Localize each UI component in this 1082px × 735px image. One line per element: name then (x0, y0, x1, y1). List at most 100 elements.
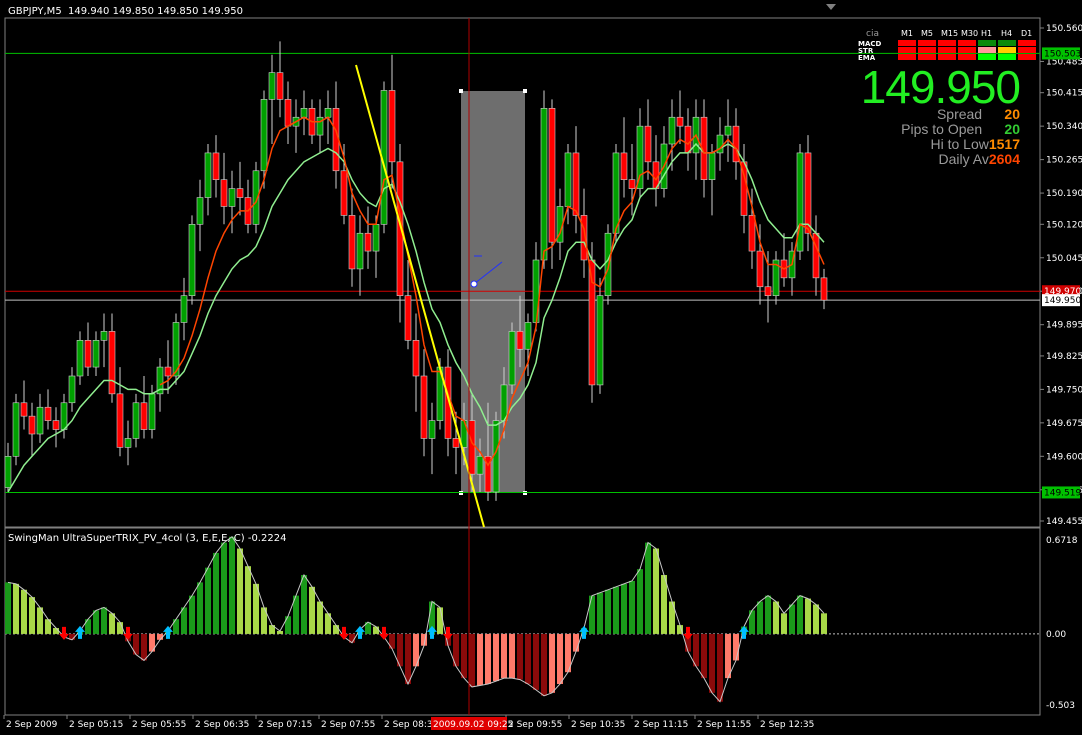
price-tick-label-4: 150.265 (1046, 156, 1082, 166)
dashboard-tf-h4: H4 (1001, 29, 1012, 38)
indicator-bar-4 (37, 607, 43, 634)
indicator-axis-label-2: -0.503 (1046, 701, 1075, 711)
candle-body (404, 295, 412, 341)
crosshair-time-text: 2009.09.02 09:25 (433, 720, 513, 730)
candle-body (612, 152, 620, 234)
dashboard-tf-m1: M1 (901, 29, 913, 38)
dashboard-cell-str-3 (958, 47, 976, 53)
candle-23 (188, 215, 196, 305)
indicator-bar-76 (613, 586, 619, 634)
price-tick-label-3: 150.340 (1046, 122, 1082, 132)
price-tick-label-12: 149.675 (1046, 419, 1082, 429)
indicator-bar-50 (405, 633, 411, 684)
indicator-bar-90 (725, 633, 731, 679)
candle-body (580, 215, 588, 261)
indicator-bar-28 (229, 536, 235, 634)
candle-body (284, 99, 292, 127)
candle-body (420, 375, 428, 439)
price-level-tag-0: 150.503 (1042, 47, 1081, 60)
candle-body (476, 456, 484, 475)
ohlc-values: 149.940 149.850 149.850 149.950 (68, 6, 243, 17)
hilo-value: 1517 (988, 136, 1020, 152)
candle-body (276, 72, 284, 100)
candle-body (572, 152, 580, 216)
price-level-tag-3: 149.519 (1042, 486, 1081, 499)
indicator-bar-75 (605, 589, 611, 634)
indicator-bar-102 (821, 613, 827, 634)
dashboard-tf-m5: M5 (921, 29, 933, 38)
candle-body (300, 108, 308, 118)
pips-row: Pips to Open 20 (901, 121, 1020, 137)
price-level-tag-2: 149.950 (1042, 294, 1081, 307)
candle-body (100, 331, 108, 341)
indicator-bar-57 (461, 633, 467, 679)
price-tick-label-13: 149.600 (1046, 452, 1082, 462)
indicator-bar-23 (189, 595, 195, 634)
candle-body (52, 420, 60, 430)
indicator-bar-61 (493, 633, 499, 682)
candle-body (68, 375, 76, 404)
candle-body (212, 152, 220, 180)
indicator-bar-30 (245, 566, 251, 634)
indicator-bar-54 (437, 607, 443, 634)
time-tick-label-4: 2 Sep 07:15 (258, 720, 312, 730)
indicator-bar-1 (13, 583, 19, 634)
rectangle-handle-2 (459, 491, 463, 495)
daily-row: Daily Av2604 (939, 151, 1020, 167)
indicator-bar-0 (5, 582, 11, 634)
dashboard-corner-label: cia (866, 29, 879, 39)
price-tick-label-0: 150.560 (1046, 24, 1082, 34)
price-level-tag-text: 150.503 (1044, 49, 1081, 59)
indicator-bar-82 (661, 575, 667, 634)
candle-body (676, 116, 684, 127)
indicator-bar-100 (805, 598, 811, 634)
candle-body (188, 224, 196, 296)
dashboard-cell-macd-2 (938, 40, 956, 46)
candle-body (4, 456, 12, 488)
candle-body (28, 415, 36, 435)
candle-body (140, 402, 148, 430)
indicator-bar-25 (205, 567, 211, 634)
candle-body (132, 402, 140, 439)
indicator-bar-101 (813, 604, 819, 634)
indicator-axis-label-1: 0.00 (1046, 630, 1066, 640)
candle-body (12, 402, 20, 457)
candle-body (260, 99, 268, 172)
candle-body (820, 277, 828, 301)
indicator-bar-29 (237, 548, 243, 634)
rectangle-handle-0 (459, 89, 463, 93)
spread-label: Spread (936, 106, 983, 122)
dashboard-tf-m30: M30 (961, 29, 978, 38)
candle-body (684, 125, 692, 154)
indicator-bar-81 (653, 548, 659, 634)
indicator-bar-59 (477, 633, 483, 686)
chart-header: GBPJPY,M5 149.940 149.850 149.850 149.95… (8, 6, 243, 17)
candle-body (204, 152, 212, 198)
candle-body (108, 331, 116, 395)
indicator-bar-69 (557, 633, 563, 684)
candle-body (500, 384, 508, 421)
spread-value: 20 (1004, 106, 1020, 122)
candle-body (412, 340, 420, 377)
candle-body (516, 331, 524, 350)
candle-body (644, 125, 652, 163)
indicator-bar-35 (285, 616, 291, 634)
indicator-bar-46 (373, 626, 379, 634)
pips-value: 20 (1004, 121, 1020, 137)
indicator-bar-96 (773, 601, 779, 634)
candle-body (596, 295, 604, 386)
dashboard-cell-str-6 (1018, 47, 1036, 53)
time-tick-label-11: 2 Sep 12:35 (760, 720, 814, 730)
indicator-bar-65 (525, 633, 531, 684)
candle-body (324, 108, 332, 118)
candle-body (340, 170, 348, 216)
candle-body (388, 90, 396, 163)
candle-body (76, 340, 84, 377)
indicator-bar-88 (709, 633, 715, 693)
indicator-bar-58 (469, 633, 475, 687)
indicator-bar-27 (221, 542, 227, 634)
candle-body (804, 152, 812, 234)
time-tick-label-10: 2 Sep 11:55 (697, 720, 751, 730)
time-tick-label-7: 2 Sep 09:55 (508, 720, 562, 730)
candle-body (236, 188, 244, 198)
